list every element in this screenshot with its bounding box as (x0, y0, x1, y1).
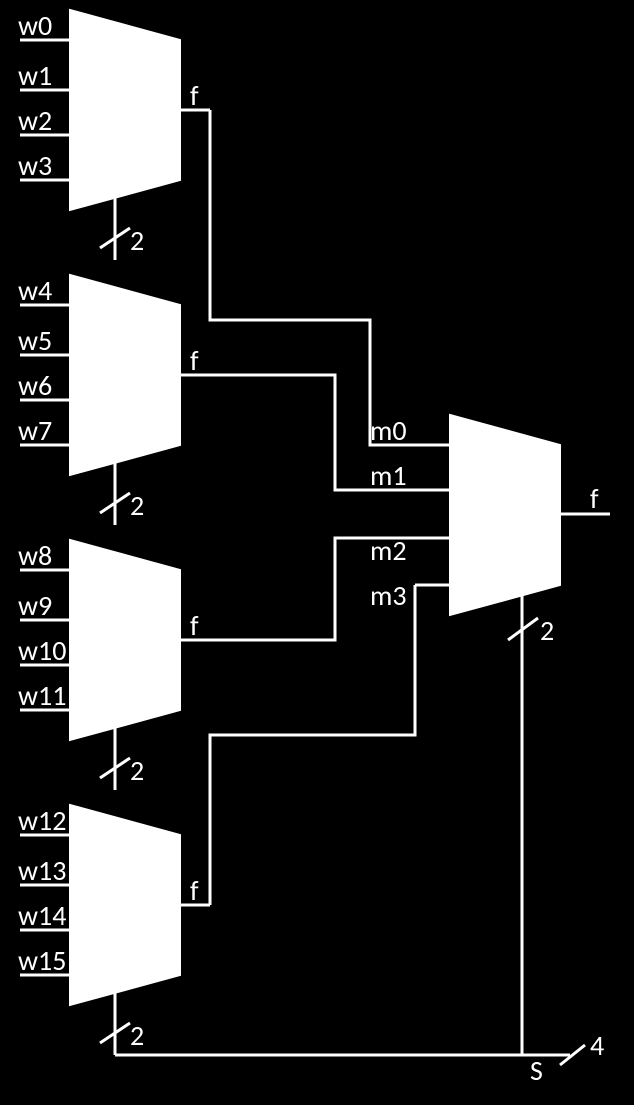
input-label: w1 (18, 58, 52, 93)
input-label: w7 (18, 413, 52, 448)
stage-output-label: f (190, 78, 199, 113)
input-label: w2 (18, 103, 52, 138)
bus-width-label: 4 (590, 1028, 604, 1063)
input-label: w3 (18, 148, 52, 183)
final-input-label: m3 (370, 578, 407, 613)
input-label: w8 (18, 538, 52, 573)
input-label: w4 (18, 273, 52, 308)
bus-width-label: 2 (130, 223, 144, 258)
input-label: w15 (18, 943, 66, 978)
input-label: w6 (18, 368, 52, 403)
input-label: w9 (18, 588, 52, 623)
stage-output-label: f (190, 343, 199, 378)
final-input-label: m1 (370, 458, 407, 493)
final-output-label: f (590, 481, 599, 516)
mux-16to1-diagram: w0 w1 w2 w3 2 f w4 w5 w6 w7 2 f w8 w9 (0, 0, 634, 1105)
mux-0: w0 w1 w2 w3 2 f (18, 8, 210, 260)
input-label: w11 (18, 678, 66, 713)
mux-final: m0 m1 m2 m3 f 2 (370, 413, 610, 650)
input-label: w5 (18, 323, 52, 358)
input-label: w10 (18, 633, 66, 668)
select-bus: S 4 (115, 260, 604, 1088)
stage-output-label: f (190, 873, 199, 908)
stage-output-label: f (190, 608, 199, 643)
input-label: w13 (18, 853, 66, 888)
bus-width-label: 2 (130, 1018, 144, 1053)
input-label: w0 (18, 8, 52, 43)
input-label: w12 (18, 803, 66, 838)
bus-width-label: 2 (540, 613, 554, 648)
select-label: S (530, 1053, 543, 1088)
input-label: w14 (18, 898, 66, 933)
bus-width-label: 2 (130, 488, 144, 523)
final-input-label: m0 (370, 413, 407, 448)
bus-width-label: 2 (130, 753, 144, 788)
